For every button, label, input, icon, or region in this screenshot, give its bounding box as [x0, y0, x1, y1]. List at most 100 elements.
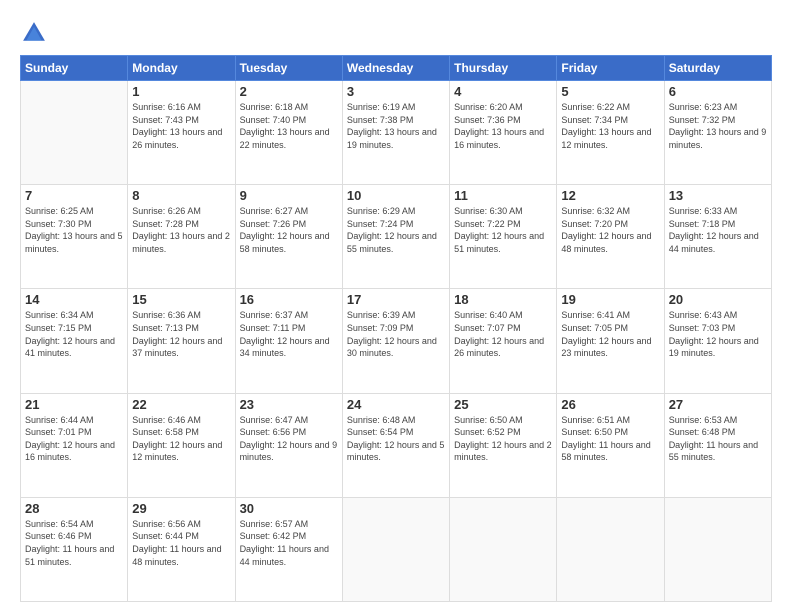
day-number: 3 — [347, 84, 445, 99]
day-number: 28 — [25, 501, 123, 516]
day-info: Sunrise: 6:47 AM Sunset: 6:56 PM Dayligh… — [240, 414, 338, 464]
day-info: Sunrise: 6:22 AM Sunset: 7:34 PM Dayligh… — [561, 101, 659, 151]
calendar-cell: 26 Sunrise: 6:51 AM Sunset: 6:50 PM Dayli… — [557, 393, 664, 497]
day-number: 8 — [132, 188, 230, 203]
calendar-cell: 9 Sunrise: 6:27 AM Sunset: 7:26 PM Daylig… — [235, 185, 342, 289]
calendar-cell: 17Sunrise: 6:39 AM Sunset: 7:09 PM Dayli… — [342, 289, 449, 393]
calendar-cell: 10 Sunrise: 6:29 AM Sunset: 7:24 PM Dayli… — [342, 185, 449, 289]
day-info: Sunrise: 6:26 AM Sunset: 7:28 PM Dayligh… — [132, 205, 230, 255]
day-info: Sunrise: 6:44 AM Sunset: 7:01 PM Dayligh… — [25, 414, 123, 464]
day-number: 9 — [240, 188, 338, 203]
day-number: 21 — [25, 397, 123, 412]
day-info: Sunrise: 6:25 AM Sunset: 7:30 PM Dayligh… — [25, 205, 123, 255]
weekday-header-friday: Friday — [557, 56, 664, 81]
day-info: Sunrise: 6:29 AM Sunset: 7:24 PM Dayligh… — [347, 205, 445, 255]
weekday-header-sunday: Sunday — [21, 56, 128, 81]
logo — [20, 19, 52, 47]
weekday-header-monday: Monday — [128, 56, 235, 81]
day-number: 2 — [240, 84, 338, 99]
calendar-cell: 19 Sunrise: 6:41 AM Sunset: 7:05 PM Dayli… — [557, 289, 664, 393]
day-number: 18 — [454, 292, 552, 307]
day-info: Sunrise: 6:54 AM Sunset: 6:46 PM Dayligh… — [25, 518, 123, 568]
day-info: Sunrise: 6:41 AM Sunset: 7:05 PM Dayligh… — [561, 309, 659, 359]
calendar-cell: 27Sunrise: 6:53 AM Sunset: 6:48 PM Dayli… — [664, 393, 771, 497]
day-number: 26 — [561, 397, 659, 412]
day-info: Sunrise: 6:18 AM Sunset: 7:40 PM Dayligh… — [240, 101, 338, 151]
calendar-cell: 13 Sunrise: 6:33 AM Sunset: 7:18 PM Dayli… — [664, 185, 771, 289]
calendar-cell: 24 Sunrise: 6:48 AM Sunset: 6:54 PM Dayli… — [342, 393, 449, 497]
calendar-cell: 21 Sunrise: 6:44 AM Sunset: 7:01 PM Dayli… — [21, 393, 128, 497]
day-number: 19 — [561, 292, 659, 307]
day-info: Sunrise: 6:39 AM Sunset: 7:09 PM Dayligh… — [347, 309, 445, 359]
calendar-cell: 22Sunrise: 6:46 AM Sunset: 6:58 PM Dayli… — [128, 393, 235, 497]
header — [20, 15, 772, 47]
day-info: Sunrise: 6:23 AM Sunset: 7:32 PM Dayligh… — [669, 101, 767, 151]
day-number: 25 — [454, 397, 552, 412]
calendar-cell: 6 Sunrise: 6:23 AM Sunset: 7:32 PM Daylig… — [664, 81, 771, 185]
calendar-cell: 16 Sunrise: 6:37 AM Sunset: 7:11 PM Dayli… — [235, 289, 342, 393]
day-info: Sunrise: 6:36 AM Sunset: 7:13 PM Dayligh… — [132, 309, 230, 359]
calendar-table: SundayMondayTuesdayWednesdayThursdayFrid… — [20, 55, 772, 602]
day-number: 23 — [240, 397, 338, 412]
calendar-cell: 25 Sunrise: 6:50 AM Sunset: 6:52 PM Dayli… — [450, 393, 557, 497]
week-row-2: 7 Sunrise: 6:25 AM Sunset: 7:30 PM Daylig… — [21, 185, 772, 289]
weekday-header-thursday: Thursday — [450, 56, 557, 81]
day-info: Sunrise: 6:43 AM Sunset: 7:03 PM Dayligh… — [669, 309, 767, 359]
day-number: 11 — [454, 188, 552, 203]
day-info: Sunrise: 6:57 AM Sunset: 6:42 PM Dayligh… — [240, 518, 338, 568]
calendar-cell: 3 Sunrise: 6:19 AM Sunset: 7:38 PM Daylig… — [342, 81, 449, 185]
calendar-cell: 29 Sunrise: 6:56 AM Sunset: 6:44 PM Dayli… — [128, 497, 235, 601]
calendar-cell: 4Sunrise: 6:20 AM Sunset: 7:36 PM Daylig… — [450, 81, 557, 185]
day-info: Sunrise: 6:37 AM Sunset: 7:11 PM Dayligh… — [240, 309, 338, 359]
calendar-cell: 12Sunrise: 6:32 AM Sunset: 7:20 PM Dayli… — [557, 185, 664, 289]
day-number: 13 — [669, 188, 767, 203]
week-row-1: 1 Sunrise: 6:16 AM Sunset: 7:43 PM Daylig… — [21, 81, 772, 185]
page: SundayMondayTuesdayWednesdayThursdayFrid… — [0, 0, 792, 612]
day-number: 1 — [132, 84, 230, 99]
calendar-cell — [342, 497, 449, 601]
calendar-cell: 1 Sunrise: 6:16 AM Sunset: 7:43 PM Daylig… — [128, 81, 235, 185]
calendar-cell — [557, 497, 664, 601]
day-info: Sunrise: 6:30 AM Sunset: 7:22 PM Dayligh… — [454, 205, 552, 255]
day-info: Sunrise: 6:51 AM Sunset: 6:50 PM Dayligh… — [561, 414, 659, 464]
day-info: Sunrise: 6:34 AM Sunset: 7:15 PM Dayligh… — [25, 309, 123, 359]
calendar-cell: 20 Sunrise: 6:43 AM Sunset: 7:03 PM Dayli… — [664, 289, 771, 393]
calendar-cell: 15 Sunrise: 6:36 AM Sunset: 7:13 PM Dayli… — [128, 289, 235, 393]
day-number: 6 — [669, 84, 767, 99]
day-number: 16 — [240, 292, 338, 307]
day-info: Sunrise: 6:56 AM Sunset: 6:44 PM Dayligh… — [132, 518, 230, 568]
day-info: Sunrise: 6:16 AM Sunset: 7:43 PM Dayligh… — [132, 101, 230, 151]
day-number: 15 — [132, 292, 230, 307]
weekday-header-saturday: Saturday — [664, 56, 771, 81]
weekday-header-row: SundayMondayTuesdayWednesdayThursdayFrid… — [21, 56, 772, 81]
day-number: 7 — [25, 188, 123, 203]
week-row-5: 28 Sunrise: 6:54 AM Sunset: 6:46 PM Dayli… — [21, 497, 772, 601]
weekday-header-tuesday: Tuesday — [235, 56, 342, 81]
calendar-cell — [664, 497, 771, 601]
calendar-cell: 23 Sunrise: 6:47 AM Sunset: 6:56 PM Dayli… — [235, 393, 342, 497]
day-info: Sunrise: 6:33 AM Sunset: 7:18 PM Dayligh… — [669, 205, 767, 255]
week-row-3: 14 Sunrise: 6:34 AM Sunset: 7:15 PM Dayli… — [21, 289, 772, 393]
calendar-cell: 5Sunrise: 6:22 AM Sunset: 7:34 PM Daylig… — [557, 81, 664, 185]
day-info: Sunrise: 6:20 AM Sunset: 7:36 PM Dayligh… — [454, 101, 552, 151]
calendar-cell: 8 Sunrise: 6:26 AM Sunset: 7:28 PM Daylig… — [128, 185, 235, 289]
weekday-header-wednesday: Wednesday — [342, 56, 449, 81]
logo-icon — [20, 19, 48, 47]
day-info: Sunrise: 6:19 AM Sunset: 7:38 PM Dayligh… — [347, 101, 445, 151]
day-info: Sunrise: 6:48 AM Sunset: 6:54 PM Dayligh… — [347, 414, 445, 464]
day-info: Sunrise: 6:50 AM Sunset: 6:52 PM Dayligh… — [454, 414, 552, 464]
day-info: Sunrise: 6:27 AM Sunset: 7:26 PM Dayligh… — [240, 205, 338, 255]
calendar-cell: 11 Sunrise: 6:30 AM Sunset: 7:22 PM Dayli… — [450, 185, 557, 289]
day-number: 29 — [132, 501, 230, 516]
day-info: Sunrise: 6:40 AM Sunset: 7:07 PM Dayligh… — [454, 309, 552, 359]
calendar-cell — [21, 81, 128, 185]
day-number: 24 — [347, 397, 445, 412]
day-info: Sunrise: 6:32 AM Sunset: 7:20 PM Dayligh… — [561, 205, 659, 255]
day-number: 30 — [240, 501, 338, 516]
calendar-cell — [450, 497, 557, 601]
day-number: 20 — [669, 292, 767, 307]
day-number: 14 — [25, 292, 123, 307]
calendar-cell: 14 Sunrise: 6:34 AM Sunset: 7:15 PM Dayli… — [21, 289, 128, 393]
calendar-cell: 30 Sunrise: 6:57 AM Sunset: 6:42 PM Dayli… — [235, 497, 342, 601]
day-number: 10 — [347, 188, 445, 203]
